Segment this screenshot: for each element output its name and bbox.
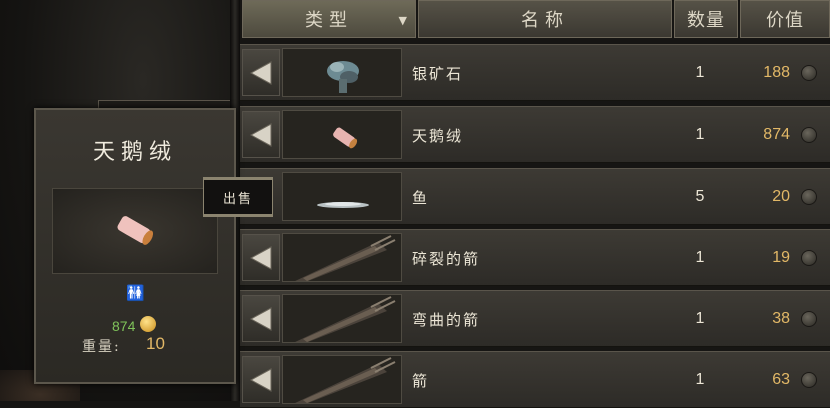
inventory-row[interactable]: 鱼 5 20 xyxy=(240,168,830,225)
coin-icon xyxy=(140,316,156,332)
item-quantity: 1 xyxy=(695,249,705,266)
item-name: 弯曲的箭 xyxy=(412,311,481,329)
tooltip-price: 874 xyxy=(112,318,136,334)
item-value: 188 xyxy=(763,64,790,81)
left-arrow-icon xyxy=(249,246,272,270)
select-radio[interactable] xyxy=(801,372,817,388)
inventory-row[interactable]: 箭 1 63 xyxy=(240,351,830,408)
item-quantity: 1 xyxy=(695,310,705,327)
item-quantity: 1 xyxy=(695,64,705,81)
inventory-row[interactable]: 弯曲的箭 1 38 xyxy=(240,290,830,347)
select-radio[interactable] xyxy=(801,250,817,266)
arrows-icon xyxy=(282,355,402,404)
arrows-icon xyxy=(282,233,402,282)
item-name: 鱼 xyxy=(412,189,430,207)
left-arrow-icon xyxy=(249,123,272,147)
inventory-header: 类型 ▼ 名称 数量 价值 xyxy=(240,0,830,41)
transfer-arrow-button[interactable] xyxy=(242,295,280,342)
item-quantity: 5 xyxy=(695,188,705,205)
inventory-row[interactable]: 碎裂的箭 1 19 xyxy=(240,229,830,286)
transfer-arrow-button[interactable] xyxy=(242,356,280,403)
item-name: 银矿石 xyxy=(412,65,464,83)
transfer-arrow-button[interactable] xyxy=(242,111,280,158)
transfer-arrow-button[interactable] xyxy=(242,234,280,281)
fish-icon xyxy=(282,172,402,221)
silver-ore-icon xyxy=(282,48,402,97)
sell-button[interactable]: 出售 xyxy=(203,177,273,217)
item-tooltip: 天鹅绒 🚻 874 重量: 10 xyxy=(34,108,236,384)
select-radio[interactable] xyxy=(801,189,817,205)
quantity-column-label: 数量 xyxy=(687,10,725,31)
quantity-column-header[interactable]: 数量 xyxy=(674,0,738,38)
item-quantity: 1 xyxy=(695,126,705,143)
item-value: 38 xyxy=(772,310,790,327)
weight-value: 10 xyxy=(146,334,165,353)
type-column-header[interactable]: 类型 ▼ xyxy=(242,0,416,38)
transfer-arrow-button[interactable] xyxy=(242,49,280,96)
inventory-row[interactable]: 银矿石 1 188 xyxy=(240,44,830,101)
left-arrow-icon xyxy=(249,368,272,392)
sell-button-label: 出售 xyxy=(222,191,253,207)
gender-icon: 🚻 xyxy=(126,284,145,302)
select-radio[interactable] xyxy=(801,311,817,327)
item-value: 20 xyxy=(772,188,790,205)
item-quantity: 1 xyxy=(695,371,705,388)
item-name: 碎裂的箭 xyxy=(412,250,481,268)
tooltip-title: 天鹅绒 xyxy=(92,140,177,165)
name-column-header[interactable]: 名称 xyxy=(418,0,672,38)
inventory-row[interactable]: 天鹅绒 1 874 xyxy=(240,106,830,163)
left-arrow-icon xyxy=(249,307,272,331)
item-value: 19 xyxy=(772,249,790,266)
velvet-icon xyxy=(52,188,218,274)
weight-label: 重量: xyxy=(82,339,121,355)
type-column-label: 类型 xyxy=(305,10,353,31)
item-name: 天鹅绒 xyxy=(412,127,464,145)
item-value: 63 xyxy=(772,371,790,388)
item-name: 箭 xyxy=(412,372,430,390)
value-column-header[interactable]: 价值 xyxy=(740,0,830,38)
velvet-icon xyxy=(282,110,402,159)
select-radio[interactable] xyxy=(801,65,817,81)
value-column-label: 价值 xyxy=(766,10,804,31)
left-arrow-icon xyxy=(249,61,272,85)
arrows-icon xyxy=(282,294,402,343)
chevron-down-icon: ▼ xyxy=(398,14,407,27)
select-radio[interactable] xyxy=(801,127,817,143)
name-column-label: 名称 xyxy=(521,10,569,31)
item-value: 874 xyxy=(763,126,790,143)
